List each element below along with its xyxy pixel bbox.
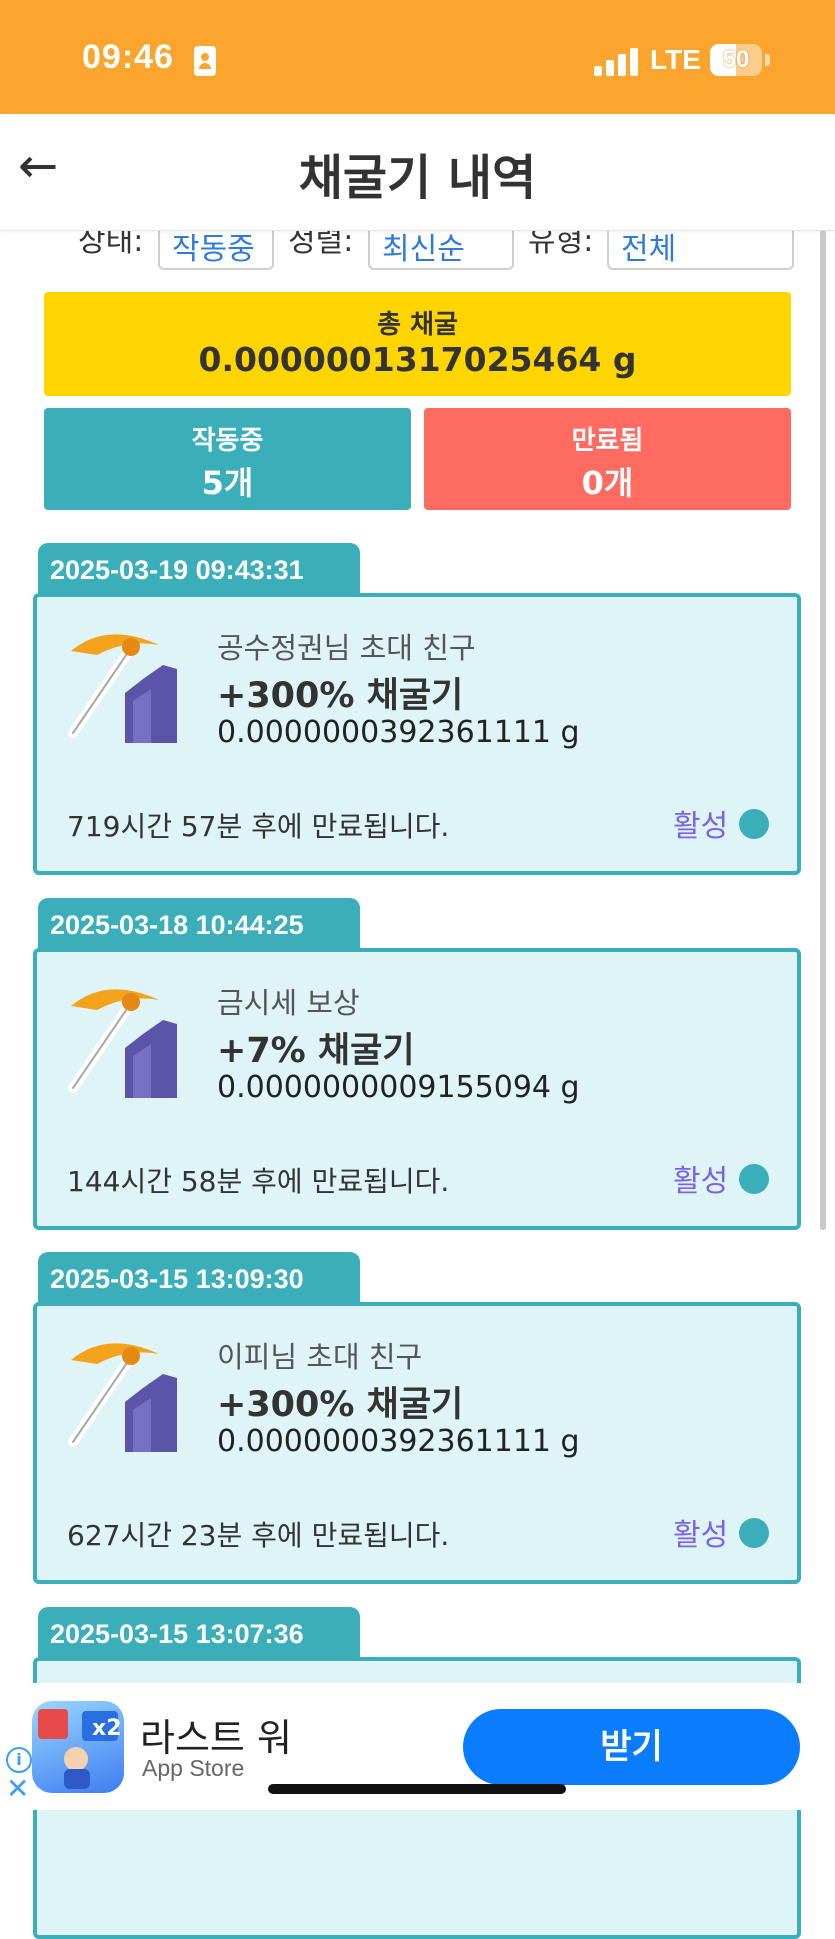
miner-source: 공수정권님 초대 친구 [217, 631, 476, 665]
battery-nub [765, 54, 770, 66]
status-time: 09:46 [82, 38, 174, 76]
miner-status: 활성 [673, 1164, 729, 1199]
expired-count-label: 만료됨 [571, 426, 644, 456]
total-mining-label: 총 채굴 [377, 310, 458, 340]
ad-app-title: 라스트 워 [140, 1716, 292, 1760]
miner-expire-text: 144시간 58분 후에 만료됩니다. [67, 1165, 450, 1198]
battery-icon: 50 [710, 44, 762, 76]
status-dot-icon [739, 1164, 769, 1194]
pickaxe-icon [68, 1343, 177, 1452]
miner-card[interactable]: 이피님 초대 친구 +300% 채굴기 0.0000000392361111 g… [33, 1302, 801, 1584]
ad-store-label: App Store [142, 1755, 245, 1781]
miner-type: +300% 채굴기 [217, 676, 464, 716]
info-icon[interactable]: i [6, 1747, 32, 1773]
contact-icon [194, 46, 216, 76]
miner-date-tab: 2025-03-18 10:44:25 [38, 898, 360, 950]
app-icon[interactable]: x2 [32, 1701, 124, 1793]
network-type: LTE [650, 44, 701, 75]
miner-amount: 0.0000000009155094 g [217, 1070, 580, 1105]
total-mining-box: 총 채굴 0.0000001317025464 g [44, 292, 791, 396]
active-count-box[interactable]: 작동중 5개 [44, 408, 411, 510]
scrollbar[interactable] [820, 230, 826, 1230]
pickaxe-icon [68, 634, 177, 743]
miner-source: 이피님 초대 친구 [217, 1340, 423, 1374]
miner-source: 금시세 보상 [217, 986, 360, 1020]
miner-type: +300% 채굴기 [217, 1385, 464, 1425]
battery-level: 50 [722, 46, 750, 73]
expired-count-box[interactable]: 만료됨 0개 [424, 408, 791, 510]
signal-icon [594, 46, 638, 76]
miner-expire-text: 627시간 23분 후에 만료됩니다. [67, 1519, 450, 1552]
app-header: ← 채굴기 내역 [0, 114, 835, 231]
miner-amount: 0.0000000392361111 g [217, 715, 580, 750]
miner-date-tab: 2025-03-19 09:43:31 [38, 543, 360, 595]
home-indicator [268, 1784, 566, 1794]
miner-date-tab: 2025-03-15 13:07:36 [38, 1607, 360, 1659]
total-mining-value: 0.0000001317025464 g [198, 340, 637, 379]
miner-expire-text: 719시간 57분 후에 만료됩니다. [67, 810, 450, 843]
expired-count-value: 0개 [581, 464, 634, 502]
miner-card[interactable]: 금시세 보상 +7% 채굴기 0.0000000009155094 g 144시… [33, 948, 801, 1230]
miner-type: +7% 채굴기 [217, 1031, 415, 1071]
pickaxe-icon [68, 989, 177, 1098]
active-count-value: 5개 [201, 464, 254, 502]
miner-date-tab: 2025-03-15 13:09:30 [38, 1252, 360, 1304]
active-count-label: 작동중 [191, 426, 264, 456]
miner-amount: 0.0000000392361111 g [217, 1424, 580, 1459]
close-icon[interactable]: ✕ [6, 1775, 29, 1803]
miner-status: 활성 [673, 1518, 729, 1553]
status-dot-icon [739, 1518, 769, 1548]
miner-card[interactable]: 공수정권님 초대 친구 +300% 채굴기 0.0000000392361111… [33, 593, 801, 875]
page-title: 채굴기 내역 [298, 150, 537, 206]
status-bar: 09:46 LTE 50 [0, 0, 835, 114]
ad-get-button[interactable]: 받기 [463, 1709, 800, 1785]
app-icon-badge: x2 [92, 1716, 122, 1741]
status-dot-icon [739, 809, 769, 839]
miner-status: 활성 [673, 809, 729, 844]
